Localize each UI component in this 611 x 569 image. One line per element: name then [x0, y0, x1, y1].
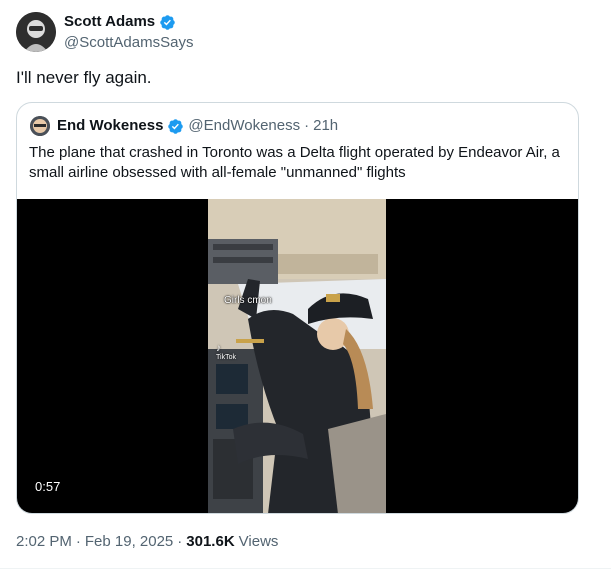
quoted-author-avatar — [30, 116, 50, 136]
tweet: Scott Adams @ScottAdamsSays I'll never f… — [0, 0, 611, 569]
quoted-separator: · — [304, 117, 310, 134]
quoted-author-handle[interactable]: @EndWokeness — [188, 116, 300, 136]
author-name[interactable]: Scott Adams — [64, 12, 176, 32]
meta-separator: · — [75, 533, 81, 550]
video-frame: Girls cmon ♪ TikTok — [208, 199, 386, 513]
author-handle[interactable]: @ScottAdamsSays — [64, 33, 193, 53]
author-avatar[interactable] — [16, 12, 56, 52]
quoted-header: End Wokeness @EndWokeness · 21h — [57, 116, 338, 136]
avatar-image — [16, 12, 56, 52]
tweet-meta: 2:02 PM · Feb 19, 2025 · 301.6K Views — [16, 532, 278, 552]
video-player[interactable]: Girls cmon ♪ TikTok 0:57 — [17, 199, 578, 513]
video-duration-badge: 0:57 — [29, 477, 67, 497]
tiktok-watermark-label: TikTok — [216, 354, 236, 361]
quoted-author-name[interactable]: End Wokeness — [57, 116, 163, 136]
quoted-timestamp[interactable]: 21h — [313, 116, 338, 136]
tiktok-logo-icon: ♪ — [216, 343, 221, 354]
author-name-text: Scott Adams — [64, 13, 156, 30]
tweet-text: I'll never fly again. — [16, 68, 152, 87]
verified-badge-icon — [160, 14, 175, 30]
views-count: 301.6K — [186, 533, 235, 550]
quoted-avatar-image — [30, 116, 50, 136]
video-caption: Girls cmon — [224, 295, 272, 306]
quoted-tweet-text: The plane that crashed in Toronto was a … — [29, 144, 560, 181]
meta-separator: · — [177, 533, 183, 550]
tiktok-watermark: ♪ TikTok — [216, 343, 236, 362]
post-time[interactable]: 2:02 PM — [16, 532, 72, 552]
views-label: Views — [238, 533, 279, 550]
post-date[interactable]: Feb 19, 2025 — [85, 532, 173, 552]
quoted-verified-badge-icon — [168, 118, 184, 134]
quoted-tweet-card[interactable]: End Wokeness @EndWokeness · 21h The plan… — [16, 102, 579, 514]
